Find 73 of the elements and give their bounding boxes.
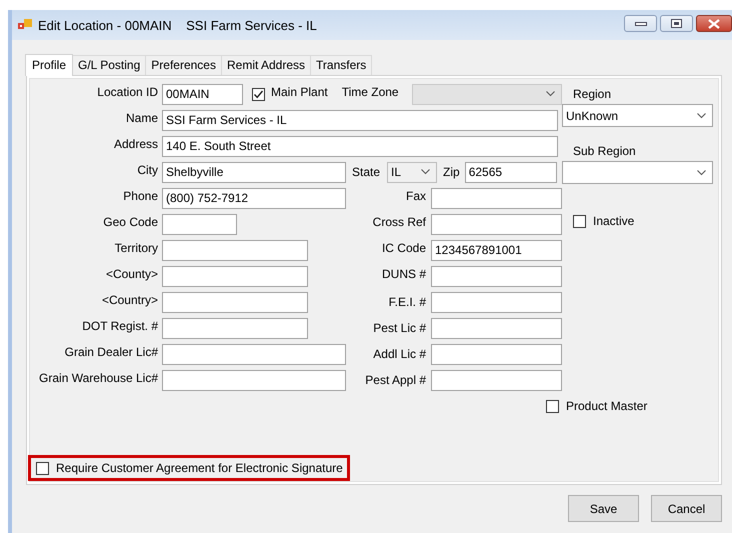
text-field[interactable]: SSI Farm Services - IL [162, 110, 558, 130]
state-dropdown[interactable]: IL [387, 162, 438, 182]
field-label: Sub Region [573, 144, 636, 158]
text-field[interactable] [162, 370, 346, 390]
close-button[interactable] [696, 15, 732, 32]
field-label: Region [573, 87, 612, 101]
maximize-button[interactable] [660, 15, 693, 32]
text-field[interactable] [431, 266, 562, 286]
caret-icon [546, 91, 555, 97]
text-field[interactable] [431, 318, 562, 338]
field-label: Addl Lic # [373, 347, 426, 361]
text-field[interactable] [431, 344, 562, 364]
field-label: Fax [406, 189, 426, 203]
field-label: Time Zone [342, 85, 399, 99]
checkbox[interactable] [252, 88, 265, 100]
field-label: Pest Appl # [365, 373, 426, 387]
tab[interactable]: Profile [25, 54, 74, 76]
field-label: Grain Dealer Lic# [64, 345, 158, 359]
field-label: Territory [114, 241, 158, 255]
close-icon [708, 18, 720, 28]
text-field[interactable] [162, 240, 308, 260]
text-field[interactable] [162, 344, 346, 364]
region-dropdown[interactable]: UnKnown [562, 104, 713, 127]
text-field[interactable]: 140 E. South Street [162, 136, 558, 156]
sub-region-dropdown[interactable] [562, 161, 713, 184]
text-field[interactable] [431, 370, 562, 390]
caret-icon [697, 170, 706, 176]
checkbox-label: Require Customer Agreement for Electronic Signature [56, 461, 343, 475]
text-field[interactable]: 1234567891001 [431, 240, 562, 260]
text-field[interactable]: 62565 [464, 162, 557, 182]
field-label: City [137, 163, 158, 177]
checkbox[interactable] [546, 400, 559, 412]
field-label: Name [126, 111, 158, 125]
minimize-icon [634, 22, 646, 26]
window-title: Edit Location - 00MAIN SSI Farm Services - IL [38, 18, 317, 32]
checkbox-label: Main Plant [271, 85, 328, 99]
maximize-icon [671, 19, 682, 28]
field-label: <Country> [102, 293, 158, 307]
text-field[interactable] [431, 214, 562, 234]
field-label: Geo Code [103, 215, 158, 229]
text-field[interactable] [162, 266, 308, 286]
text-field[interactable]: 00MAIN [162, 84, 243, 104]
field-label: DOT Regist. # [82, 319, 158, 333]
checkbox[interactable] [36, 462, 49, 474]
text-field[interactable] [162, 318, 308, 338]
dialog-button[interactable]: Save [568, 495, 639, 522]
field-label: Address [114, 137, 158, 151]
caret-icon [421, 169, 430, 175]
text-field[interactable] [431, 292, 562, 312]
field-label: DUNS # [382, 267, 426, 281]
field-label: Grain Warehouse Lic# [39, 371, 158, 385]
text-field[interactable]: Shelbyville [162, 162, 346, 182]
window-icon [18, 19, 32, 31]
field-label: Pest Lic # [373, 321, 426, 335]
field-label: Location ID [97, 85, 158, 99]
dialog-button[interactable]: Cancel [651, 495, 722, 522]
field-label: Cross Ref [372, 215, 426, 229]
text-field[interactable] [162, 214, 237, 234]
checkbox-label: Inactive [593, 214, 634, 228]
checkbox-label: Product Master [566, 399, 648, 413]
caret-icon [697, 112, 706, 118]
minimize-button[interactable] [624, 15, 657, 32]
field-label: Zip [443, 165, 460, 179]
field-label: IC Code [382, 241, 426, 255]
text-field[interactable] [431, 188, 562, 208]
checkbox[interactable] [573, 214, 586, 228]
field-label: Phone [123, 189, 158, 203]
tab[interactable]: Transfers [310, 55, 372, 75]
text-field[interactable]: (800) 752-7912 [162, 188, 346, 208]
field-label: <County> [106, 267, 158, 281]
text-field[interactable] [162, 292, 308, 312]
field-label: F.E.I. # [388, 295, 426, 309]
field-label: State [352, 165, 380, 179]
